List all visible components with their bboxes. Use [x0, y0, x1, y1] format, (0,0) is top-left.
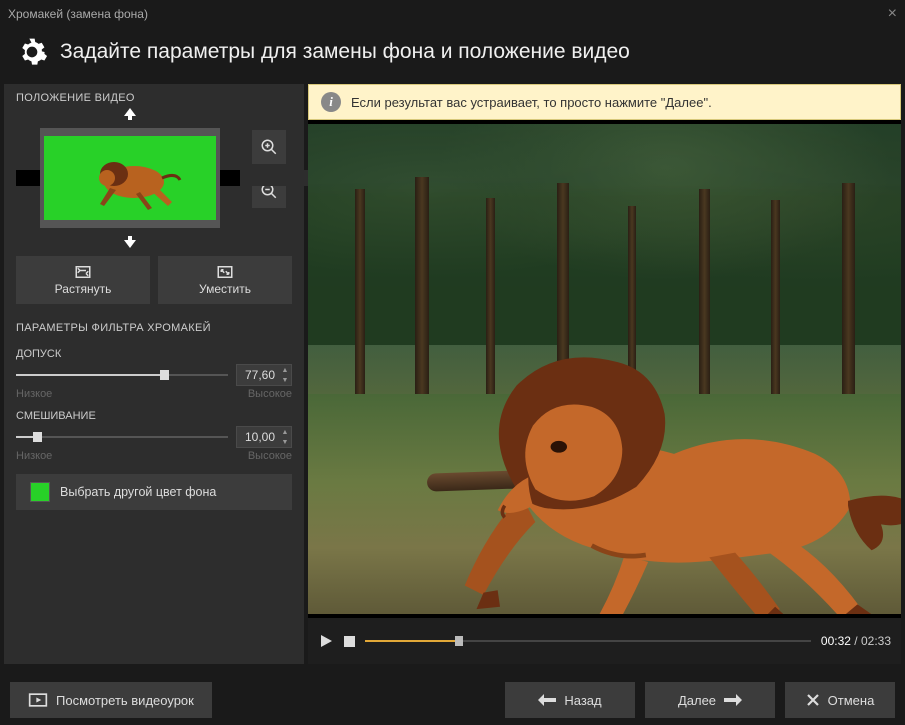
- back-button[interactable]: Назад: [505, 682, 635, 718]
- time-display: 00:32 / 02:33: [821, 634, 891, 648]
- tolerance-low: Низкое: [16, 388, 52, 400]
- arrow-down-icon[interactable]: [122, 236, 138, 248]
- info-text: Если результат вас устраивает, то просто…: [351, 95, 712, 110]
- next-label: Далее: [678, 693, 716, 708]
- pick-color-button[interactable]: Выбрать другой цвет фона: [16, 474, 292, 510]
- spin-down-icon[interactable]: ▼: [279, 375, 291, 385]
- stretch-label: Растянуть: [55, 282, 112, 296]
- preview-panel: i Если результат вас устраивает, то прос…: [308, 84, 901, 664]
- seek-bar[interactable]: [365, 631, 811, 651]
- blend-low: Низкое: [16, 450, 52, 462]
- tolerance-slider[interactable]: [16, 366, 228, 384]
- spin-up-icon[interactable]: ▲: [279, 365, 291, 375]
- blend-slider[interactable]: [16, 428, 228, 446]
- stop-button[interactable]: [344, 636, 355, 647]
- position-thumbnail[interactable]: [40, 128, 220, 228]
- spin-up-icon[interactable]: ▲: [279, 427, 291, 437]
- info-icon: i: [321, 92, 341, 112]
- blend-high: Высокое: [248, 450, 292, 462]
- position-section-label: ПОЛОЖЕНИЕ ВИДЕО: [16, 84, 292, 108]
- lion-overlay: [308, 124, 901, 614]
- cancel-button[interactable]: Отмена: [785, 682, 895, 718]
- fit-button[interactable]: Уместить: [158, 256, 292, 304]
- info-bar: i Если результат вас устраивает, то прос…: [308, 84, 901, 120]
- player-controls: 00:32 / 02:33: [308, 618, 901, 664]
- tolerance-high: Высокое: [248, 388, 292, 400]
- gear-icon: [16, 36, 48, 68]
- blend-input[interactable]: 10,00 ▲▼: [236, 426, 292, 448]
- zoom-in-button[interactable]: [252, 130, 286, 164]
- page-title: Задайте параметры для замены фона и поло…: [60, 40, 630, 64]
- spin-down-icon[interactable]: ▼: [279, 437, 291, 447]
- blend-label: СМЕШИВАНИЕ: [16, 410, 292, 422]
- stretch-button[interactable]: Растянуть: [16, 256, 150, 304]
- left-panel: ПОЛОЖЕНИЕ ВИДЕО: [4, 84, 304, 664]
- color-swatch: [30, 482, 50, 502]
- time-total: 02:33: [861, 634, 891, 648]
- tolerance-label: ДОПУСК: [16, 348, 292, 360]
- tutorial-button[interactable]: Посмотреть видеоурок: [10, 682, 212, 718]
- position-editor[interactable]: [16, 108, 244, 248]
- cancel-label: Отмена: [828, 693, 875, 708]
- tutorial-label: Посмотреть видеоурок: [56, 693, 194, 708]
- time-current: 00:32: [821, 634, 851, 648]
- arrow-up-icon[interactable]: [122, 108, 138, 120]
- tolerance-input[interactable]: 77,60 ▲▼: [236, 364, 292, 386]
- play-button[interactable]: [318, 633, 334, 649]
- next-button[interactable]: Далее: [645, 682, 775, 718]
- window-title: Хромакей (замена фона): [8, 7, 148, 21]
- tolerance-value: 77,60: [237, 368, 279, 382]
- video-preview[interactable]: [308, 124, 901, 614]
- pick-color-label: Выбрать другой цвет фона: [60, 485, 216, 499]
- filter-section-label: ПАРАМЕТРЫ ФИЛЬТРА ХРОМАКЕЙ: [16, 314, 292, 338]
- close-icon[interactable]: ×: [888, 5, 897, 23]
- blend-value: 10,00: [237, 430, 279, 444]
- back-label: Назад: [564, 693, 601, 708]
- fit-label: Уместить: [199, 282, 251, 296]
